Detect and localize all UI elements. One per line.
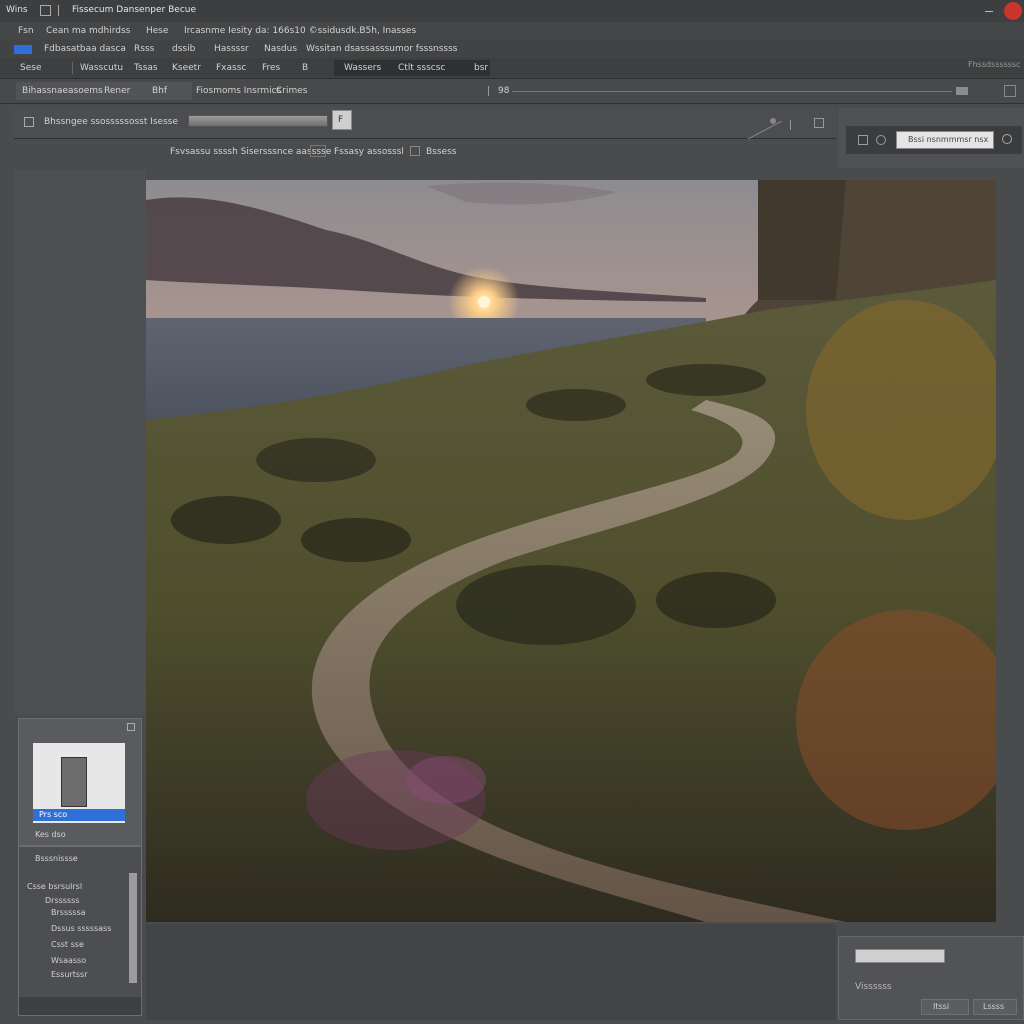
options-bar: Bihassnaeasoems Rener Bhf Fiosmoms Insrm… bbox=[0, 78, 1024, 104]
bottom-right-button-1-label: Itssi bbox=[933, 1002, 950, 1011]
info-text-2: Fssasy assosssl bbox=[334, 147, 404, 157]
bottom-right-slider[interactable] bbox=[855, 949, 945, 963]
menu-item-0[interactable]: Fsn bbox=[18, 27, 34, 36]
options-item-3[interactable]: Fiosmoms Insrmics bbox=[196, 87, 281, 96]
bottom-right-panel: Vissssss Itssi Lssss bbox=[838, 936, 1024, 1020]
active-tool-indicator[interactable] bbox=[14, 45, 32, 54]
app-label: Wins bbox=[6, 5, 28, 15]
right-panel-header: Bssi nsnmmmsr nsx bbox=[846, 126, 1022, 154]
toolbar2-item-1[interactable]: Wasscutu bbox=[80, 64, 123, 73]
menu-item-1[interactable]: Cean ma mdhirdss bbox=[46, 27, 130, 36]
window-menu-icon[interactable] bbox=[58, 5, 65, 16]
layer-item-0[interactable]: Csse bsrsulrsl bbox=[27, 883, 82, 891]
right-workspace bbox=[996, 170, 1024, 934]
thumbnail-label: Prs sco bbox=[39, 810, 68, 819]
options-item-2[interactable]: Bhf bbox=[152, 87, 167, 96]
window-title: Fissecum Dansenper Becue bbox=[72, 5, 197, 15]
layers-title: Bsssnissse bbox=[35, 854, 78, 863]
options-dropdown-icon[interactable] bbox=[480, 86, 489, 96]
zoom-slider-handle[interactable] bbox=[956, 87, 968, 95]
info-text-3: Bssess bbox=[426, 147, 457, 157]
menu-item-2[interactable]: Hese bbox=[146, 27, 169, 36]
thumbnail-preview bbox=[61, 757, 87, 807]
layer-item-4[interactable]: Csst sse bbox=[51, 941, 84, 949]
info-checkbox[interactable] bbox=[410, 146, 420, 156]
bottom-right-field-label: Vissssss bbox=[855, 982, 892, 992]
toolbar2-item-0[interactable]: Sese bbox=[20, 64, 41, 73]
menu-item-3[interactable]: Ircasnme Iesity da: 166s10 ©ssidusdk.B5h… bbox=[184, 27, 416, 36]
title-bar: Wins Fissecum Dansenper Becue bbox=[0, 0, 1024, 22]
properties-row: Bhssngee ssosssssosst Isesse F bbox=[14, 106, 836, 141]
toolbar1-item-0[interactable]: Fdbasatbaa dasca bbox=[44, 45, 126, 54]
toolbar2-item-2[interactable]: Tssas bbox=[134, 64, 158, 73]
toolbar-primary: Fdbasatbaa dasca Rsss dssib Hassssr Nasd… bbox=[0, 40, 1024, 58]
toolbar1-item-4[interactable]: Nasdus bbox=[264, 45, 297, 54]
transform-icon[interactable] bbox=[790, 120, 795, 130]
toolbar2-item-5[interactable]: Fres bbox=[262, 64, 280, 73]
toolbar1-item-5[interactable]: Wssitan dsassasssumor fsssnssss bbox=[306, 45, 458, 54]
app-icon[interactable] bbox=[40, 5, 51, 16]
toolbar1-item-2[interactable]: dssib bbox=[172, 45, 195, 54]
minimize-icon[interactable] bbox=[985, 11, 993, 12]
info-row: Fsvsassu ssssh Sisersssnce aasssse Fssas… bbox=[14, 139, 836, 169]
navigator-panel: Prs sco Kes dso bbox=[18, 718, 142, 846]
info-text-1: Fsvsassu ssssh Sisersssnce aasssse bbox=[170, 147, 332, 157]
left-workspace bbox=[14, 170, 146, 715]
layers-footer bbox=[19, 997, 141, 1015]
layer-item-5[interactable]: Wsaasso bbox=[51, 957, 86, 965]
layer-item-1[interactable]: Drssssss bbox=[45, 897, 79, 905]
panel-toggle-icon[interactable] bbox=[1004, 85, 1016, 97]
close-button[interactable] bbox=[1004, 2, 1022, 20]
toolbar2-item-9[interactable]: bsr bbox=[474, 64, 488, 73]
options-item-1[interactable]: Rener bbox=[104, 87, 130, 96]
toolbar2-item-6[interactable]: B bbox=[302, 64, 308, 73]
layers-scrollbar[interactable] bbox=[129, 873, 137, 983]
thumbnail-info: Kes dso bbox=[35, 830, 66, 839]
toolbar1-item-1[interactable]: Rsss bbox=[134, 45, 154, 54]
right-panel-search-value: Bssi nsnmmmsr nsx bbox=[908, 135, 989, 144]
right-panel-top: Bssi nsnmmmsr nsx bbox=[838, 108, 1024, 168]
navigator-thumbnail[interactable]: Prs sco bbox=[33, 743, 125, 823]
navigator-close-icon[interactable] bbox=[127, 723, 135, 731]
info-box[interactable] bbox=[310, 145, 326, 157]
layer-item-3[interactable]: Dssus sssssass bbox=[51, 925, 111, 933]
options-item-4[interactable]: Crimes bbox=[276, 87, 307, 96]
toolbar2-item-3[interactable]: Kseetr bbox=[172, 64, 201, 73]
canvas-frame[interactable] bbox=[146, 180, 996, 922]
diagonal-guide bbox=[746, 120, 782, 141]
canvas-bottom bbox=[146, 924, 836, 1020]
zoom-value[interactable]: 98 bbox=[498, 87, 509, 96]
toolbar2-right-label: Fhssdssssssc bbox=[968, 60, 1021, 69]
align-icon[interactable] bbox=[770, 118, 776, 124]
properties-label: Bhssngee ssosssssosst Isesse bbox=[44, 117, 179, 127]
brush-icon[interactable] bbox=[858, 135, 868, 145]
toolbar2-item-8[interactable]: Ctlt ssscsc bbox=[398, 64, 445, 73]
bottom-right-button-2-label: Lssss bbox=[983, 1002, 1005, 1011]
properties-button-label: F bbox=[338, 115, 344, 125]
layer-icon bbox=[24, 117, 34, 127]
layers-panel: Bsssnissse Csse bsrsulrsl Drssssss Brsss… bbox=[18, 846, 142, 1016]
menu-bar: Fsn Cean ma mdhirdss Hese Ircasnme Iesit… bbox=[0, 22, 1024, 40]
layer-item-6[interactable]: Essurtssr bbox=[51, 971, 88, 979]
properties-slider[interactable] bbox=[188, 115, 328, 127]
zoom-slider-track[interactable] bbox=[512, 91, 952, 92]
options-item-0[interactable]: Bihassnaeasoems bbox=[22, 87, 103, 96]
refresh-icon[interactable] bbox=[1002, 134, 1012, 144]
toolbar2-item-4[interactable]: Fxassc bbox=[216, 64, 246, 73]
layer-item-2[interactable]: Brsssssa bbox=[51, 909, 86, 917]
toolbar-secondary: Sese Wasscutu Tssas Kseetr Fxassc Fres B… bbox=[0, 58, 1024, 78]
toolbar1-item-3[interactable]: Hassssr bbox=[214, 45, 249, 54]
camera-icon[interactable] bbox=[876, 135, 886, 145]
toolbar2-sep bbox=[72, 62, 73, 74]
distribute-icon[interactable] bbox=[814, 118, 824, 128]
toolbar2-item-7[interactable]: Wassers bbox=[344, 64, 381, 73]
canvas-image bbox=[146, 180, 996, 922]
